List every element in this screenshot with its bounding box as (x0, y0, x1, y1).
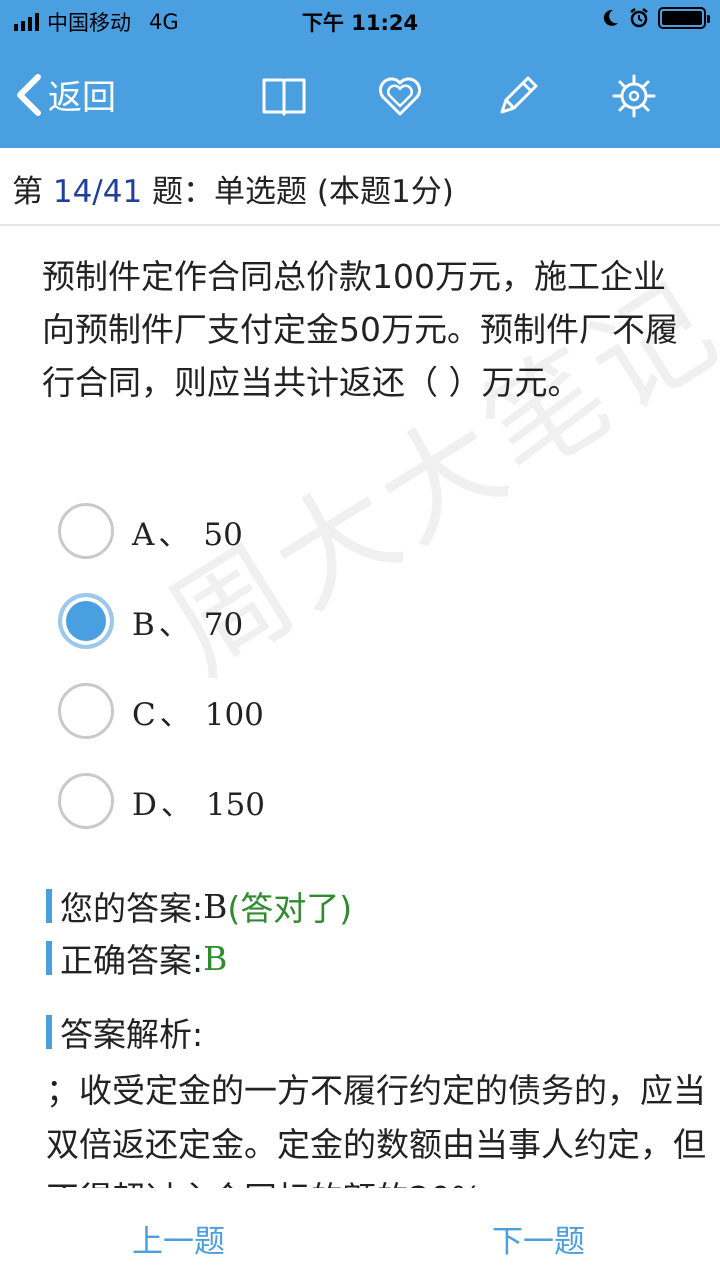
question-stem: 预制件定作合同总价款100万元，施工企业向预制件厂支付定金50万元。预制件厂不履… (42, 257, 678, 402)
option-separator: 、 (159, 696, 191, 733)
question-number: 14/41 (52, 174, 143, 210)
correct-answer-value: B (203, 938, 228, 978)
correct-answer-label: 正确答案: (60, 941, 204, 980)
toolbar: 返回 (0, 48, 720, 144)
radio-button[interactable] (58, 683, 114, 739)
radio-button[interactable] (58, 503, 114, 559)
book-icon[interactable] (260, 72, 308, 120)
prev-question-button[interactable]: 上一题 (132, 1216, 225, 1261)
option-value: 70 (203, 606, 244, 643)
option-d[interactable]: D、 150 (58, 756, 265, 846)
option-letter: D (132, 786, 157, 823)
option-value: 100 (204, 696, 264, 733)
question-header: 第 14/41 题：单选题 (本题1分) (0, 150, 720, 226)
next-question-button[interactable]: 下一题 (492, 1216, 585, 1261)
question-prefix: 第 (12, 174, 53, 210)
option-b[interactable]: B、 70 (58, 576, 265, 666)
analysis-header: 答案解析: (46, 1008, 203, 1056)
option-value: 50 (203, 516, 243, 553)
option-separator: 、 (158, 516, 190, 553)
settings-icon[interactable] (610, 72, 658, 120)
option-letter: B (132, 606, 155, 643)
battery-icon (658, 7, 710, 29)
option-c[interactable]: C、 100 (58, 666, 265, 756)
footer-nav: 上一题 下一题 (0, 1190, 720, 1281)
section-marker (46, 889, 52, 923)
back-button[interactable]: 返回 (14, 70, 116, 119)
status-bar: 中国移动 4G 下午 11:24 (0, 0, 720, 40)
alarm-icon (630, 8, 648, 28)
answer-result: (答对了) (227, 889, 353, 928)
your-answer-value: B (203, 886, 228, 926)
heart-icon[interactable] (376, 72, 424, 120)
analysis-text: ；收受定金的一方不履行约定的债务的，应当双倍返还定金。定金的数额由当事人约定，但… (46, 1071, 706, 1188)
correct-answer: 正确答案: B (46, 934, 227, 982)
question-type: 题：单选题 (本题1分) (142, 174, 454, 210)
back-label: 返回 (48, 78, 116, 118)
section-marker (46, 1015, 52, 1049)
moon-icon (603, 9, 618, 26)
chevron-left-icon (17, 73, 41, 116)
analysis-label: 答案解析: (60, 1015, 204, 1054)
answer-options: A、 50 B、 70 C、 100 D、 150 (58, 486, 265, 846)
option-letter: A (132, 516, 155, 553)
option-separator: 、 (158, 606, 190, 643)
app-header: 中国移动 4G 下午 11:24 返回 (0, 0, 720, 148)
pencil-icon[interactable] (494, 72, 542, 120)
option-separator: 、 (160, 786, 192, 823)
section-marker (46, 941, 52, 975)
radio-button[interactable] (58, 773, 114, 829)
your-answer: 您的答案: B (答对了) (46, 882, 352, 930)
option-a[interactable]: A、 50 (58, 486, 265, 576)
radio-button-selected[interactable] (58, 593, 114, 649)
option-value: 150 (205, 786, 266, 823)
option-letter: C (132, 696, 156, 733)
your-answer-label: 您的答案: (60, 889, 204, 928)
